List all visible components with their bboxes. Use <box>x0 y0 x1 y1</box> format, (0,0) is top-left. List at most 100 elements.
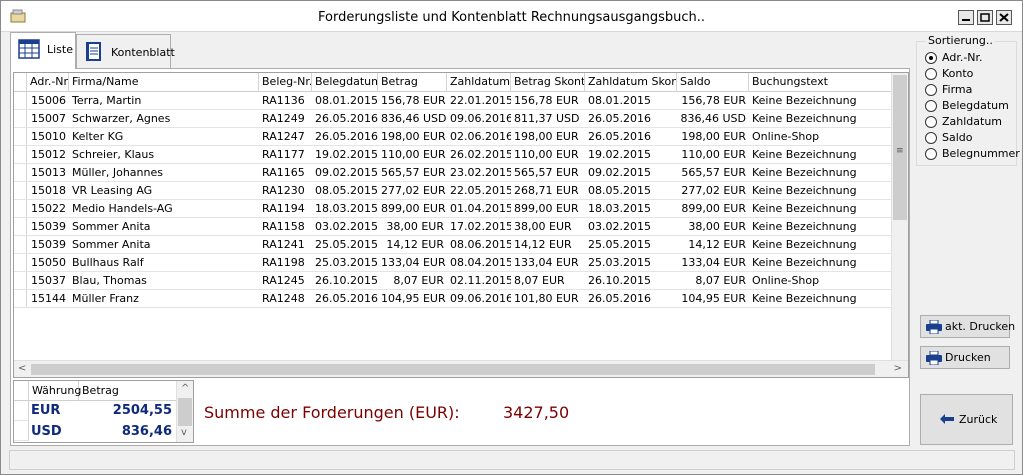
back-button[interactable]: Zurück <box>920 394 1013 445</box>
col-header[interactable]: Buchungstext <box>749 73 891 92</box>
tab-liste[interactable]: Liste <box>10 32 76 69</box>
table-cell: RA1247 <box>262 130 305 143</box>
table-cell: 15018 <box>31 184 66 197</box>
minimize-button[interactable] <box>958 10 974 25</box>
print-current-button[interactable]: akt. Drucken <box>920 315 1015 338</box>
title-bar: Forderungsliste und Kontenblatt Rechnung… <box>1 1 1022 32</box>
close-button[interactable] <box>996 10 1012 25</box>
table-row[interactable]: 15039 Sommer Anita RA1158 03.02.2015 38,00 E… <box>14 218 891 236</box>
row-indicator[interactable] <box>14 200 27 217</box>
table-row[interactable]: 15007 Schwarzer, Agnes RA1249 26.05.2016 836… <box>14 110 891 128</box>
table-cell: Keine Bezeichnung <box>752 256 857 269</box>
currency-scroll-thumb[interactable] <box>178 398 192 426</box>
col-header[interactable]: Beleg-Nr. <box>259 73 312 92</box>
print-button[interactable]: Drucken <box>920 346 1010 369</box>
table-row[interactable]: 15006 Terra, Martin RA1136 08.01.2015 156,78… <box>14 92 891 110</box>
table-row[interactable]: 15144 Müller Franz RA1248 26.05.2016 104,95 … <box>14 290 891 308</box>
maximize-button[interactable] <box>977 10 993 25</box>
print-label: Drucken <box>945 351 991 364</box>
sort-option-label: Saldo <box>942 131 973 144</box>
row-indicator[interactable] <box>14 164 27 181</box>
col-header[interactable]: Währung <box>29 381 81 401</box>
table-cell: 25.05.2015 <box>315 238 378 251</box>
table-cell: 156,78 EUR <box>381 94 446 107</box>
table-row[interactable]: 15012 Schreier, Klaus RA1177 19.02.2015 110,… <box>14 146 891 164</box>
table-row[interactable]: 15018 VR Leasing AG RA1230 08.05.2015 277,02… <box>14 182 891 200</box>
maximize-icon <box>980 13 990 22</box>
currency-vertical-scrollbar[interactable]: ^ v <box>176 381 193 442</box>
table-cell: Keine Bezeichnung <box>752 184 857 197</box>
row-indicator[interactable] <box>14 290 27 307</box>
col-header[interactable]: Zahldatum <box>447 73 511 92</box>
table-cell: 09.06.2016 <box>450 292 511 305</box>
sort-option-label: Zahldatum <box>942 115 1003 128</box>
row-indicator[interactable] <box>14 92 27 109</box>
printer-icon <box>926 350 942 368</box>
scroll-left-icon[interactable]: < <box>18 363 26 374</box>
table-row[interactable]: 15010 Kelter KG RA1247 26.05.2016 198,00 EUR… <box>14 128 891 146</box>
table-cell: Keine Bezeichnung <box>752 220 857 233</box>
scroll-down-icon[interactable]: v <box>181 427 187 438</box>
table-row[interactable]: 15013 Müller, Johannes RA1165 09.02.2015 565… <box>14 164 891 182</box>
row-indicator[interactable] <box>14 110 27 127</box>
table-cell: RA1177 <box>262 148 305 161</box>
col-header[interactable]: Firma/Name <box>69 73 259 92</box>
table-cell: Blau, Thomas <box>72 274 147 287</box>
radio-circle-icon[interactable] <box>925 84 937 96</box>
scroll-right-icon[interactable]: > <box>894 363 902 374</box>
table-cell: Schwarzer, Agnes <box>72 112 171 125</box>
col-header[interactable]: Betrag Skonto <box>511 73 585 92</box>
col-header[interactable]: Zahldatum Skonto <box>585 73 677 92</box>
tab-kontenblatt[interactable]: Kontenblatt <box>76 34 175 68</box>
col-header[interactable]: Adr.-Nr. <box>27 73 69 92</box>
table-cell: 26.05.2016 <box>315 130 378 143</box>
receivables-table[interactable]: Adr.-Nr. Firma/Name Beleg-Nr. Belegdatum… <box>13 72 909 378</box>
col-header[interactable]: Saldo <box>677 73 749 92</box>
print-current-label: akt. Drucken <box>945 320 1016 333</box>
table-cell: Schreier, Klaus <box>72 148 155 161</box>
currency-amount: 836,46 <box>121 424 172 439</box>
row-indicator[interactable] <box>14 401 29 421</box>
row-indicator[interactable] <box>14 128 27 145</box>
table-row[interactable]: 15039 Sommer Anita RA1241 25.05.2015 14,12 E… <box>14 236 891 254</box>
table-row[interactable]: 15022 Medio Handels-AG RA1194 18.03.2015 899… <box>14 200 891 218</box>
table-cell: Online-Shop <box>752 130 820 143</box>
row-indicator[interactable] <box>14 236 27 253</box>
table-cell: 26.05.2016 <box>588 130 651 143</box>
table-cell: RA1241 <box>262 238 305 251</box>
currency-amount: 2504,55 <box>112 403 172 418</box>
horizontal-scroll-thumb[interactable] <box>31 364 875 375</box>
col-header[interactable]: Betrag <box>378 73 447 92</box>
currency-table[interactable]: Währung Betrag EUR 2504,55 USD 836,46 ^ … <box>13 380 194 443</box>
row-indicator[interactable] <box>14 218 27 235</box>
table-cell: Keine Bezeichnung <box>752 94 857 107</box>
radio-circle-icon[interactable] <box>925 100 937 112</box>
table-row[interactable]: 15037 Blau, Thomas RA1245 26.10.2015 8,07 EU… <box>14 272 891 290</box>
radio-circle-icon[interactable] <box>925 148 937 160</box>
table-cell: 08.06.2015 <box>450 238 511 251</box>
table-cell: Keine Bezeichnung <box>752 292 857 305</box>
radio-circle-icon[interactable] <box>925 116 937 128</box>
radio-circle-icon[interactable] <box>925 68 937 80</box>
col-header[interactable]: Belegdatum <box>312 73 378 92</box>
row-indicator[interactable] <box>14 421 29 441</box>
row-indicator[interactable] <box>14 254 27 271</box>
radio-circle-icon[interactable] <box>925 132 937 144</box>
table-cell: Kelter KG <box>72 130 124 143</box>
col-header[interactable]: Betrag <box>79 381 177 401</box>
horizontal-scrollbar[interactable]: < > <box>14 360 908 377</box>
tab-kontenblatt-label: Kontenblatt <box>111 46 175 59</box>
table-cell: 104,95 EUR <box>681 292 746 305</box>
row-indicator[interactable] <box>14 272 27 289</box>
row-indicator[interactable] <box>14 182 27 199</box>
vertical-scrollbar[interactable]: ≡ <box>891 73 908 361</box>
table-cell: 14,12 EUR <box>386 238 444 251</box>
table-row[interactable]: 15050 Bullhaus Ralf RA1198 25.03.2015 133,04… <box>14 254 891 272</box>
table-cell: 8,07 EUR <box>393 274 444 287</box>
radio-circle-icon[interactable] <box>925 52 937 64</box>
row-indicator[interactable] <box>14 146 27 163</box>
table-cell: 26.05.2016 <box>315 292 378 305</box>
table-cell: 02.06.2016 <box>450 130 511 143</box>
table-cell: 133,04 EUR <box>681 256 746 269</box>
scroll-up-icon[interactable]: ^ <box>181 383 189 394</box>
